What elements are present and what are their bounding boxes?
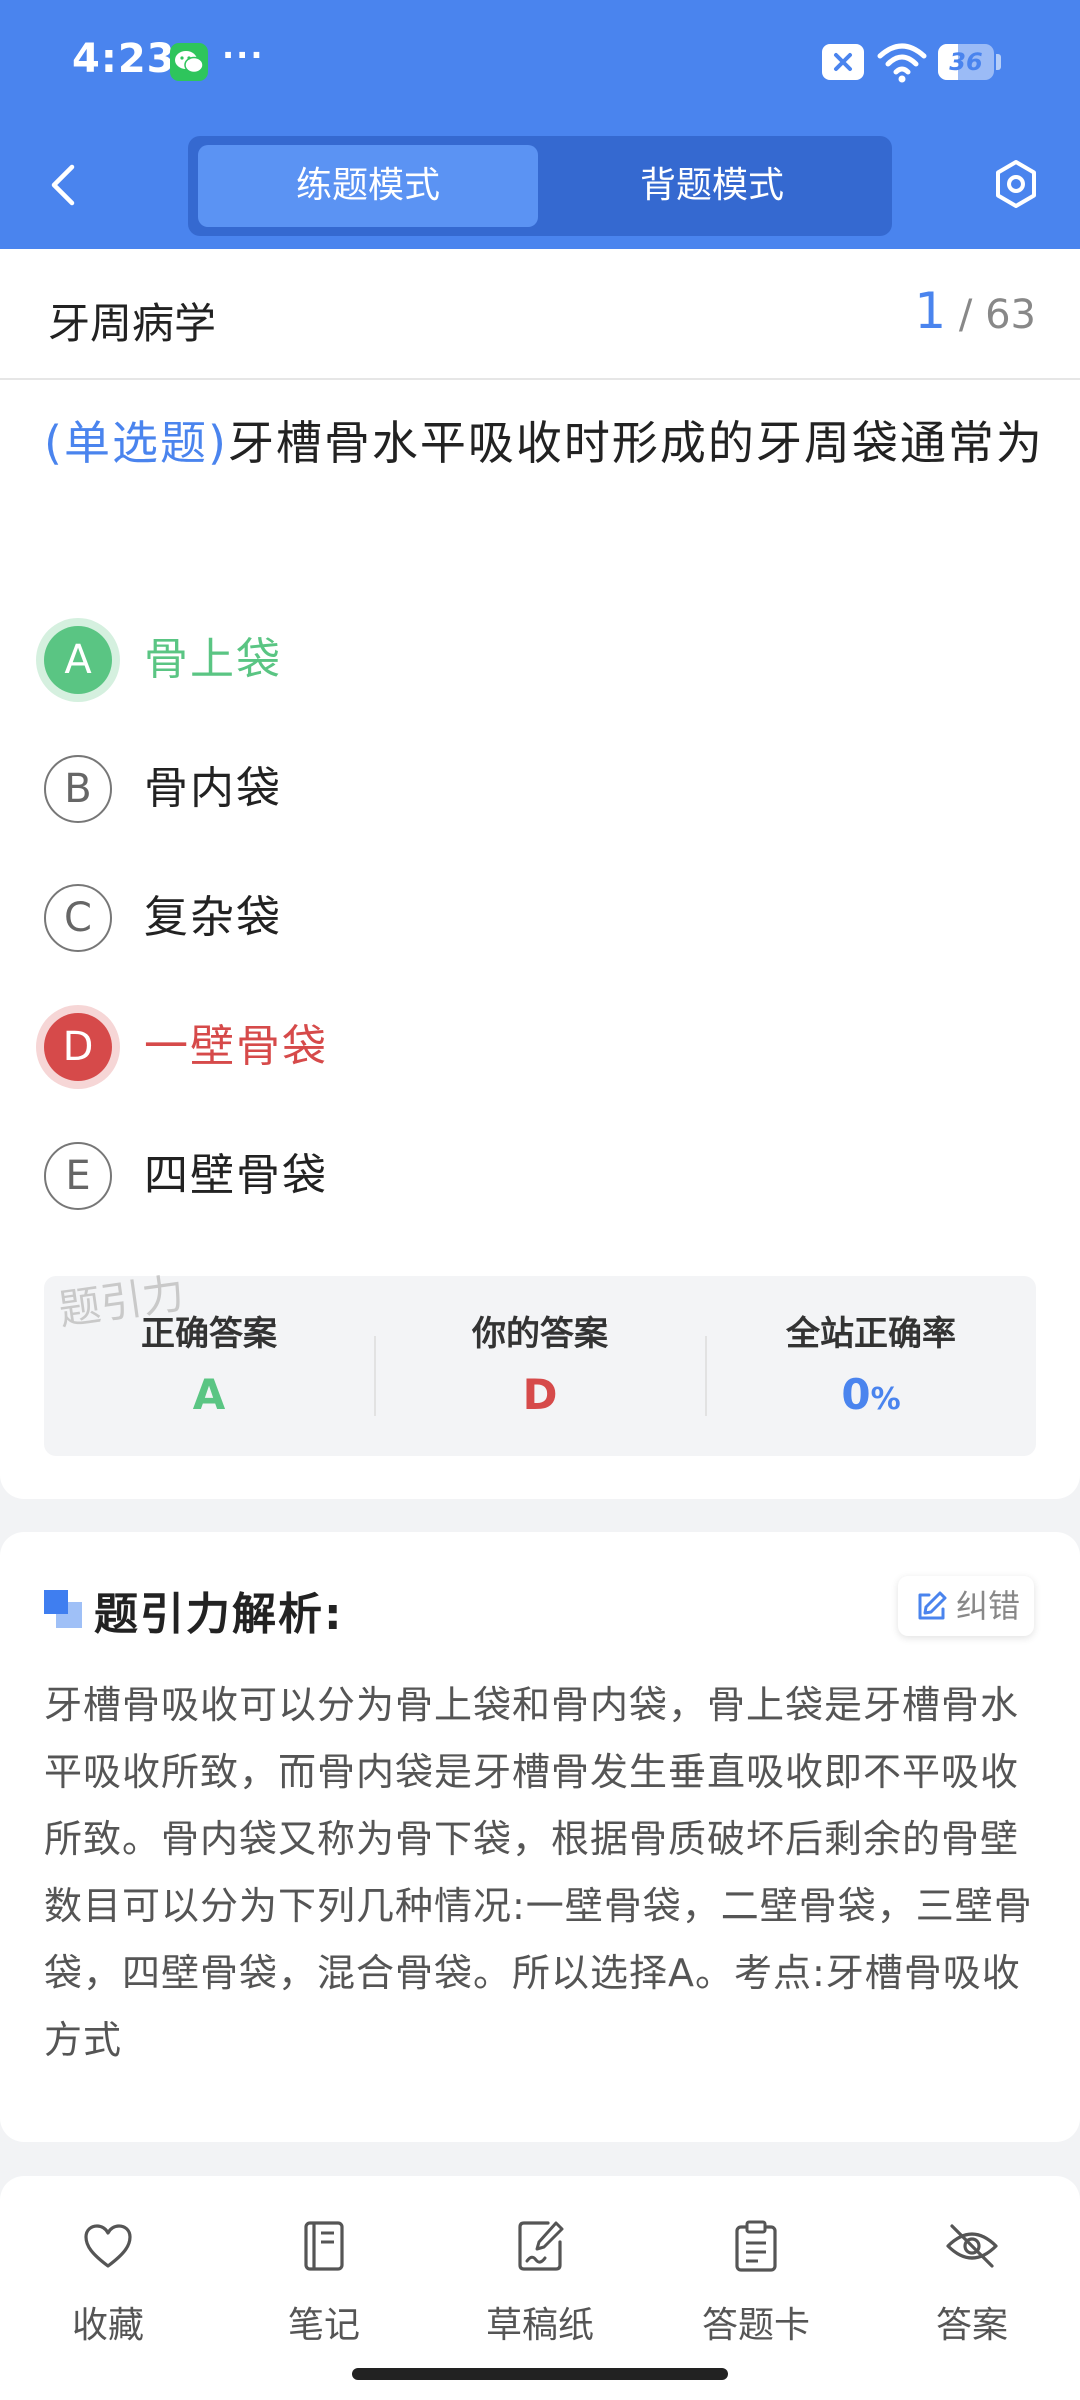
toolbar-answer-sheet[interactable]: 答题卡 — [666, 2218, 846, 2348]
more-notifications-icon: ··· — [222, 36, 265, 74]
toolbar-label: 笔记 — [287, 2305, 360, 2346]
option-text: 复杂袋 — [144, 892, 282, 943]
answer-summary: 正确答案 A 你的答案 D 全站正确率 0% — [44, 1276, 1036, 1456]
option-letter: C — [44, 884, 112, 952]
accuracy-block: 全站正确率 0% — [706, 1276, 1036, 1456]
battery-tip — [996, 54, 1001, 70]
option-text: 骨上袋 — [144, 634, 282, 685]
analysis-title: 题引力解析: — [94, 1589, 344, 1640]
your-answer-label: 你的答案 — [472, 1314, 608, 1354]
battery-level: 36 — [949, 48, 983, 76]
home-indicator[interactable] — [352, 2368, 728, 2380]
question-type-tag: (单选题) — [44, 416, 228, 470]
clipboard-icon — [735, 2220, 777, 2272]
correct-answer-value: A — [192, 1370, 226, 1419]
subject-title: 牙周病学 — [48, 299, 217, 348]
hexagon-settings-icon — [996, 160, 1036, 208]
option-text: 骨内袋 — [144, 763, 282, 814]
draft-icon — [518, 2221, 564, 2271]
status-time: 4:23 — [72, 36, 176, 82]
eye-off-icon — [946, 2224, 998, 2268]
status-bar: 4:23 ··· 36 — [0, 0, 1080, 130]
option-text: 四壁骨袋 — [144, 1150, 328, 1201]
option-letter: A — [44, 626, 112, 694]
analysis-squares-icon — [44, 1590, 82, 1628]
accuracy-label: 全站正确率 — [786, 1314, 956, 1354]
option-a[interactable]: A 骨上袋 — [44, 622, 944, 702]
your-answer-value: D — [522, 1370, 558, 1419]
option-letter: B — [44, 755, 112, 823]
toolbar-label: 答题卡 — [701, 2305, 810, 2346]
option-d[interactable]: D 一壁骨袋 — [44, 1009, 944, 1089]
option-c[interactable]: C 复杂袋 — [44, 880, 944, 960]
option-text: 一壁骨袋 — [144, 1021, 328, 1072]
notebook-icon — [304, 2221, 344, 2271]
accuracy-number: 0 — [841, 1370, 871, 1419]
question-stem: 牙槽骨水平吸收时形成的牙周袋通常为 — [227, 416, 1044, 470]
report-error-button[interactable]: 纠错 — [898, 1576, 1034, 1636]
battery-icon: 36 — [938, 44, 994, 80]
toolbar-notes[interactable]: 笔记 — [234, 2218, 414, 2348]
report-error-label: 纠错 — [956, 1587, 1021, 1625]
toolbar-draft[interactable]: 草稿纸 — [450, 2218, 630, 2348]
toolbar-answer-toggle[interactable]: 答案 — [882, 2218, 1062, 2348]
toolbar-label: 草稿纸 — [485, 2305, 594, 2346]
divider — [0, 378, 1080, 380]
toolbar-label: 收藏 — [71, 2305, 144, 2346]
heart-icon — [84, 2224, 132, 2268]
mode-switch: 练题模式 背题模式 — [188, 136, 892, 236]
accuracy-unit: % — [870, 1382, 901, 1417]
option-b[interactable]: B 骨内袋 — [44, 751, 944, 831]
no-sim-icon — [822, 44, 864, 80]
settings-button[interactable] — [988, 152, 1044, 216]
toolbar-label: 答案 — [935, 2305, 1008, 2346]
your-answer-block: 你的答案 D — [375, 1276, 705, 1456]
option-letter: E — [44, 1142, 112, 1210]
total-questions: / 63 — [958, 292, 1036, 338]
toolbar-favorite[interactable]: 收藏 — [18, 2218, 198, 2348]
app-header: 4:23 ··· 36 练题模式 背题模式 — [0, 0, 1080, 249]
wifi-icon — [876, 40, 928, 88]
wechat-notification-icon — [170, 43, 208, 81]
tab-memorize-mode[interactable]: 背题模式 — [542, 145, 882, 227]
edit-icon — [918, 1591, 947, 1620]
chevron-left-icon — [51, 164, 75, 206]
current-question-number: 1 — [914, 282, 947, 340]
accuracy-value: 0% — [706, 1370, 1036, 1419]
option-e[interactable]: E 四壁骨袋 — [44, 1138, 944, 1218]
option-letter: D — [44, 1013, 112, 1081]
back-button[interactable] — [40, 155, 88, 215]
question-counter: 1 / 63 — [914, 282, 1036, 340]
question-text: (单选题)牙槽骨水平吸收时形成的牙周袋通常为 — [44, 400, 1044, 486]
tab-practice-mode[interactable]: 练题模式 — [198, 145, 538, 227]
analysis-body: 牙槽骨吸收可以分为骨上袋和骨内袋，骨上袋是牙槽骨水平吸收所致，而骨内袋是牙槽骨发… — [44, 1683, 1033, 2062]
